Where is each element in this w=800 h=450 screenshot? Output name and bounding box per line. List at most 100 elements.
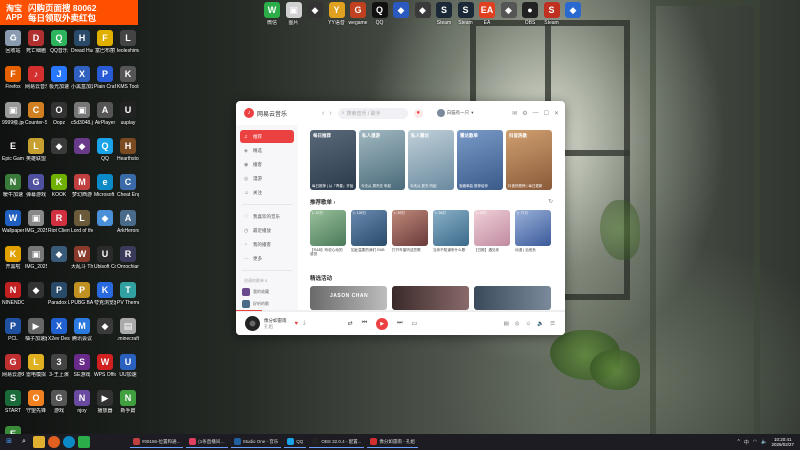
desktop-icon[interactable]: K 夸克浏览器 xyxy=(94,282,116,320)
desktop-icon[interactable]: EA EA xyxy=(477,2,497,40)
user-profile[interactable]: 白猫有一只 ▾ xyxy=(436,109,473,117)
desktop-icon[interactable]: ◆ xyxy=(48,138,70,176)
search-input[interactable]: ⌕ 搜索音乐 / 歌手 xyxy=(337,107,408,119)
desktop-icon[interactable]: Q QQ音乐 xyxy=(48,30,70,68)
desktop-icon[interactable]: Q QQ xyxy=(370,2,390,40)
desktop-icon[interactable]: G 弹幕游戏 xyxy=(25,174,47,212)
taobao-promo-banner[interactable]: 淘宝 APP 闪购页面搜 80062 每日领取外卖红包 xyxy=(0,0,138,25)
desktop-icon[interactable]: ▣ IMG_2025... xyxy=(25,210,47,248)
desktop-icon[interactable]: N 暖牛加速 xyxy=(2,174,24,212)
desktop-icon[interactable]: T PV Theme Tool xyxy=(117,282,139,320)
sidebar-playlist[interactable]: 我的收藏 xyxy=(242,286,292,298)
desktop-icon[interactable]: E Epic Games Launcher xyxy=(2,138,24,176)
input-language[interactable]: 中 xyxy=(744,439,749,446)
volume-icon[interactable]: 🔈 xyxy=(537,321,544,327)
desktop-icon[interactable]: W WPS Office xyxy=(94,354,116,392)
maximize-icon[interactable]: ☐ xyxy=(544,110,549,117)
desktop-icon[interactable]: X 小黑盒加速 xyxy=(71,66,93,104)
file-explorer-icon[interactable] xyxy=(33,436,45,448)
desktop-icon[interactable]: F 富巴布丽 xyxy=(94,30,116,68)
wifi-icon[interactable]: ◠ xyxy=(753,439,757,445)
volume-icon[interactable]: 🔈 xyxy=(761,439,767,445)
previous-icon[interactable]: ⏮ xyxy=(362,320,367,327)
desktop-icon[interactable]: ♪ 网易云音乐 xyxy=(25,66,47,104)
desktop-icon[interactable]: G 网易云游戏 xyxy=(2,354,24,392)
edge-icon[interactable] xyxy=(63,436,75,448)
play-button[interactable]: ▶ xyxy=(376,317,389,330)
desktop-icon[interactable]: J 极光加速 xyxy=(48,66,70,104)
sidebar-item[interactable]: ◷ 最近播放 xyxy=(240,224,294,237)
desktop-icon[interactable]: C Cheat Engine xyxy=(117,174,139,212)
desktop-icon[interactable]: U Ubisoft Connect xyxy=(94,246,116,284)
desktop-icon[interactable]: N 新手篇 xyxy=(117,390,139,428)
sidebar-item[interactable]: ♫ 推荐 xyxy=(240,130,294,143)
sidebar-item[interactable]: ◔ 我的播客 xyxy=(240,238,294,251)
desktop-icon[interactable]: P PCL xyxy=(2,318,24,356)
event-card[interactable]: JASON CHAN xyxy=(310,286,387,310)
desktop-icon[interactable]: M 腾讯会议 xyxy=(71,318,93,356)
desktop-icon[interactable]: K KMS Tools xyxy=(117,66,139,104)
clock[interactable]: 10:20:41 2026/02/27 xyxy=(771,437,794,448)
desktop-icon[interactable]: F Firefox xyxy=(2,66,24,104)
playlist-card[interactable]: ▷ 128万 如此温柔的我们 R&B xyxy=(351,210,387,257)
feature-banner[interactable]: 私人漫游 今天从 周杰伦 听起 xyxy=(359,130,405,190)
feature-banner[interactable]: 抖音热歌 抖音热歌榜 | 每日更新 xyxy=(506,130,552,190)
desktop-icon[interactable]: A ArkHerons Demo xyxy=(117,210,139,248)
desktop-icon[interactable]: K 开黑啦 xyxy=(2,246,24,284)
desktop-icon[interactable]: G 游戏 xyxy=(48,390,70,428)
desktop-icon[interactable]: Lleoleshima xyxy=(117,30,139,68)
search-icon[interactable]: ⌕ xyxy=(18,436,30,448)
taskbar-app[interactable]: (1条直播间… xyxy=(186,436,228,448)
sidebar-playlist[interactable]: 好听的歌 xyxy=(242,298,292,310)
desktop-icon[interactable]: ◆ xyxy=(48,246,70,284)
desktop-icon[interactable]: ▣ IMG_2025... xyxy=(25,246,47,284)
sidebar-item[interactable]: ☺ 关注 xyxy=(240,186,294,199)
quality-icon[interactable]: ▤ xyxy=(504,321,509,327)
taskbar-app[interactable]: OBS 32.0.4 - 配置... xyxy=(309,436,365,448)
playlist-icon[interactable]: ☰ xyxy=(550,321,555,327)
desktop-icon[interactable]: ♻ 回收站 xyxy=(2,30,24,68)
desktop-icon[interactable]: D 死亡细胞 xyxy=(25,30,47,68)
taskbar-app[interactable]: #08186-位置和通... xyxy=(130,436,184,448)
desktop-icon[interactable]: L Lord of the Rings xyxy=(71,210,93,248)
desktop-icon[interactable]: S Steam xyxy=(456,2,476,40)
taskbar-app[interactable]: Studio One - 音乐 xyxy=(230,436,282,448)
desktop-icon[interactable]: S START xyxy=(2,390,24,428)
download-icon[interactable]: ⤓ xyxy=(303,320,306,327)
taskbar-app[interactable]: QQ xyxy=(284,436,307,448)
lyrics-icon[interactable]: ▭ xyxy=(412,320,418,327)
desktop-icon[interactable]: Q QQ xyxy=(94,138,116,176)
desktop-icon[interactable]: ▣ c5d3048.jpg xyxy=(71,102,93,140)
minimize-icon[interactable]: — xyxy=(533,110,539,117)
desktop-icon[interactable]: ◆ xyxy=(94,210,116,248)
like-icon[interactable]: ♥ xyxy=(295,321,299,327)
desktop-icon[interactable]: C Counter-Strike 2 xyxy=(25,102,47,140)
now-playing-cover[interactable] xyxy=(245,316,260,331)
desktop-icon[interactable]: Y YY语音 xyxy=(327,2,347,40)
browser-icon[interactable] xyxy=(48,436,60,448)
desktop-icon[interactable]: O 守望先锋 xyxy=(25,390,47,428)
desktop-icon[interactable]: P Paradox Launcher xyxy=(48,282,70,320)
desktop-icon[interactable]: e Microsoft Edge xyxy=(94,174,116,212)
artist-name[interactable]: 孔姐 xyxy=(264,324,287,330)
sidebar-item[interactable]: ◈ 精选 xyxy=(240,144,294,157)
sidebar-item[interactable]: ◎ 漫游 xyxy=(240,172,294,185)
desktop-icon[interactable]: M 梦幻西游 xyxy=(71,174,93,212)
tray-chevron-icon[interactable]: ^ xyxy=(737,439,739,445)
desktop-icon[interactable]: ▣ 图片 xyxy=(284,2,304,40)
desktop-icon[interactable]: L 雷电模拟 xyxy=(25,354,47,392)
settings-icon[interactable]: ⚙ xyxy=(522,110,527,117)
sidebar-item[interactable]: ♡ 我喜欢的音乐 xyxy=(240,210,294,223)
desktop-icon[interactable]: Gwegame xyxy=(348,2,368,40)
mail-icon[interactable]: ✉ xyxy=(512,110,517,117)
desktop-icon[interactable]: S SE游戏 xyxy=(71,354,93,392)
back-arrow-icon[interactable]: ‹ xyxy=(322,110,324,117)
desktop-icon[interactable]: L 英雄联盟 xyxy=(25,138,47,176)
desktop-icon[interactable]: O Oopz xyxy=(48,102,70,140)
shuffle-icon[interactable]: ⇄ xyxy=(348,320,353,327)
feature-banner[interactable]: 每日推荐 每日推荐 | 从「青春」开始 xyxy=(310,130,356,190)
playlist-card[interactable]: ▷ 56万 当你不知道听什么歌 xyxy=(433,210,469,257)
desktop-icon[interactable]: ▣ 9999级.jpg xyxy=(2,102,24,140)
playlist-card[interactable]: ▷ 89万 打开车窗听这些歌 xyxy=(392,210,428,257)
listen-together-icon[interactable]: ☺ xyxy=(526,321,532,327)
